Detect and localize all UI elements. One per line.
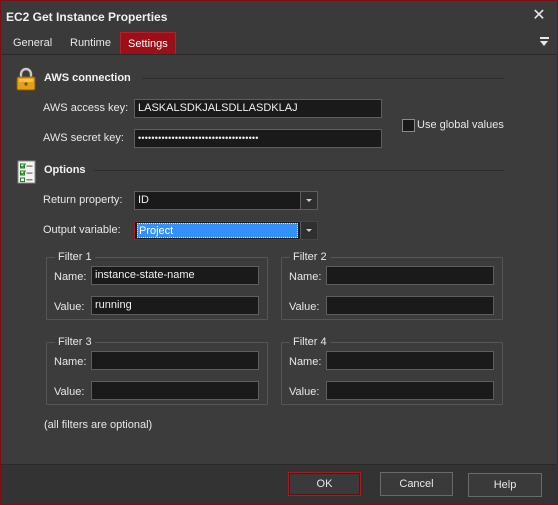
chevron-down-icon[interactable] [300, 192, 317, 209]
window-title: EC2 Get Instance Properties [6, 10, 168, 24]
filter-1-name-input[interactable]: instance-state-name [91, 266, 259, 285]
filter-1-name-label: Name: [54, 271, 87, 283]
filter-2-group: Filter 2 Name: Value: [281, 251, 503, 320]
filter-1-value-label: Value: [54, 301, 85, 313]
filters-optional-note: (all filters are optional) [44, 419, 153, 431]
output-variable-value: Project [137, 223, 298, 238]
filter-3-group: Filter 3 Name: Value: [46, 336, 268, 405]
output-variable-select[interactable]: Project [134, 221, 318, 240]
filter-1-title: Filter 1 [55, 251, 95, 263]
filter-4-name-label: Name: [289, 356, 322, 368]
settings-panel: AWS connection AWS access key: LASKALSDK… [2, 54, 557, 464]
access-key-input[interactable]: LASKALSDKJALSDLLASDKLAJ [134, 99, 382, 118]
chevron-down-icon[interactable] [300, 222, 317, 239]
section-divider [142, 78, 504, 79]
checklist-icon [17, 160, 36, 184]
aws-section-title: AWS connection [44, 72, 131, 84]
tab-general[interactable]: General [6, 32, 59, 54]
filter-2-name-input[interactable] [326, 266, 494, 285]
filter-2-value-input[interactable] [326, 296, 494, 315]
filter-2-value-label: Value: [289, 301, 320, 313]
filter-3-name-input[interactable] [91, 351, 259, 370]
filter-4-name-input[interactable] [326, 351, 494, 370]
help-button[interactable]: Help [468, 473, 542, 497]
cancel-button[interactable]: Cancel [380, 472, 453, 496]
access-key-label: AWS access key: [43, 102, 129, 114]
filter-4-value-input[interactable] [326, 381, 494, 400]
tab-bar: General Runtime Settings [1, 32, 557, 54]
filter-4-title: Filter 4 [290, 336, 330, 348]
filter-2-name-label: Name: [289, 271, 322, 283]
use-global-label[interactable]: Use global values [417, 119, 504, 131]
return-property-value: ID [138, 194, 149, 206]
ok-button[interactable]: OK [288, 472, 361, 496]
return-property-label: Return property: [43, 194, 123, 206]
section-divider [94, 170, 504, 171]
filter-4-group: Filter 4 Name: Value: [281, 336, 503, 405]
dialog-window: EC2 Get Instance Properties ✕ General Ru… [0, 0, 558, 505]
output-variable-label: Output variable: [43, 224, 121, 236]
tab-runtime[interactable]: Runtime [63, 32, 118, 54]
secret-key-input[interactable]: •••••••••••••••••••••••••••••••••••• [134, 129, 382, 148]
tab-menu-icon[interactable] [539, 36, 551, 50]
filter-3-name-label: Name: [54, 356, 87, 368]
return-property-select[interactable]: ID [134, 191, 318, 210]
secret-key-label: AWS secret key: [43, 132, 124, 144]
filter-2-title: Filter 2 [290, 251, 330, 263]
filter-3-title: Filter 3 [55, 336, 95, 348]
title-bar[interactable]: EC2 Get Instance Properties ✕ [1, 1, 557, 32]
close-icon[interactable]: ✕ [531, 7, 547, 25]
filter-3-value-input[interactable] [91, 381, 259, 400]
filter-3-value-label: Value: [54, 386, 85, 398]
padlock-icon [16, 67, 36, 91]
filter-1-group: Filter 1 Name: instance-state-name Value… [46, 251, 268, 320]
button-bar: OK Cancel Help [1, 464, 557, 504]
filter-1-value-input[interactable]: running [91, 296, 259, 315]
tab-settings[interactable]: Settings [120, 32, 176, 54]
options-section-title: Options [44, 164, 86, 176]
use-global-checkbox[interactable] [402, 119, 415, 132]
filter-4-value-label: Value: [289, 386, 320, 398]
